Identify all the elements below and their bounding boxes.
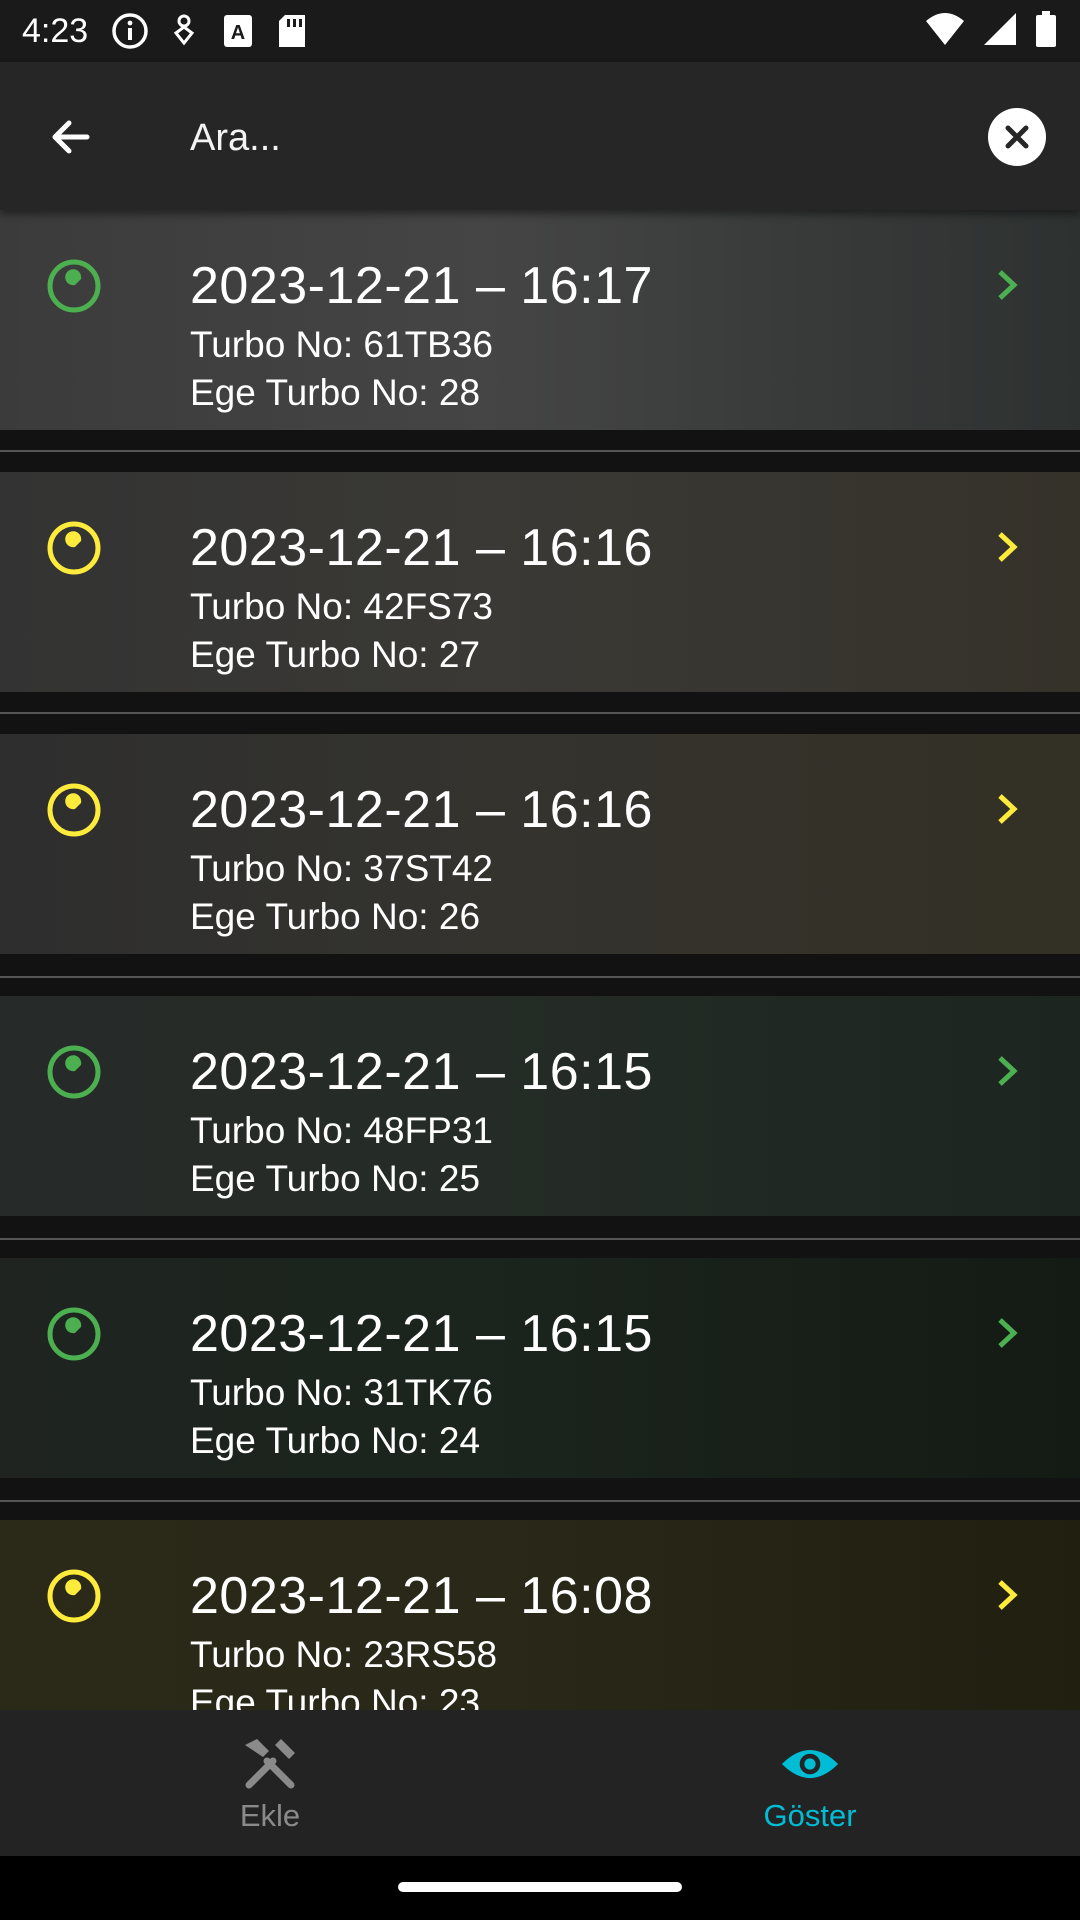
search-toolbar <box>0 62 1080 210</box>
battery-icon <box>1034 9 1058 54</box>
font-a-icon: A <box>216 9 260 53</box>
tab-ekle[interactable]: Ekle <box>0 1710 540 1856</box>
list-item[interactable]: 2023-12-21 – 16:16 Turbo No: 42FS73 Ege … <box>0 472 1080 714</box>
divider <box>0 450 1080 452</box>
status-bar: 4:23 A <box>0 0 1080 62</box>
item-ege-turbo-no: Ege Turbo No: 28 <box>190 372 481 413</box>
item-ege-turbo-no: Ege Turbo No: 25 <box>190 1158 481 1199</box>
svg-text:A: A <box>231 22 245 44</box>
item-turbo-no: Turbo No: 37ST42 <box>190 848 494 889</box>
item-turbo-no: Turbo No: 42FS73 <box>190 586 494 627</box>
tab-label: Ekle <box>239 1798 301 1833</box>
item-timestamp: 2023-12-21 – 16:15 <box>190 1043 653 1101</box>
chevron-right-icon <box>998 1318 1018 1348</box>
item-timestamp: 2023-12-21 – 16:17 <box>190 257 653 315</box>
info-icon <box>108 9 152 53</box>
arrow-back-icon <box>52 120 90 154</box>
close-icon <box>1005 125 1029 149</box>
home-gesture-handle[interactable] <box>398 1882 682 1892</box>
item-turbo-no: Turbo No: 61TB36 <box>190 324 494 365</box>
record-list: 2023-12-21 – 16:17 Turbo No: 61TB36 Ege … <box>0 210 1080 1710</box>
tab-goster[interactable]: Göster <box>540 1710 1080 1856</box>
divider <box>0 712 1080 714</box>
divider <box>0 1238 1080 1240</box>
usb-debug-icon <box>162 9 206 53</box>
back-button[interactable] <box>36 102 106 172</box>
chevron-right-icon <box>998 1580 1018 1610</box>
eye-icon <box>780 1734 840 1794</box>
item-ege-turbo-no: Ege Turbo No: 27 <box>190 634 481 675</box>
clear-search-button[interactable] <box>988 108 1046 166</box>
wrench-status-icon <box>47 783 101 837</box>
wrench-status-icon <box>47 1045 101 1099</box>
item-timestamp: 2023-12-21 – 16:16 <box>190 781 653 839</box>
item-ege-turbo-no: Ege Turbo No: 23 <box>190 1682 481 1710</box>
wrench-status-icon <box>47 521 101 575</box>
tools-icon <box>240 1734 300 1794</box>
item-turbo-no: Turbo No: 48FP31 <box>190 1110 494 1151</box>
wrench-status-icon <box>47 259 101 313</box>
item-ege-turbo-no: Ege Turbo No: 26 <box>190 896 481 937</box>
item-turbo-no: Turbo No: 31TK76 <box>190 1372 494 1413</box>
divider <box>0 1500 1080 1502</box>
status-time: 4:23 <box>22 11 89 50</box>
chevron-right-icon <box>998 794 1018 824</box>
tab-label: Göster <box>763 1798 857 1833</box>
item-turbo-no: Turbo No: 23RS58 <box>190 1634 498 1675</box>
chevron-right-icon <box>998 532 1018 562</box>
divider <box>0 976 1080 978</box>
chevron-right-icon <box>998 270 1018 300</box>
gesture-bar <box>0 1856 1080 1920</box>
signal-icon <box>982 11 1018 52</box>
bottom-navigation: Ekle Göster <box>0 1710 1080 1856</box>
item-timestamp: 2023-12-21 – 16:08 <box>190 1567 653 1625</box>
item-ege-turbo-no: Ege Turbo No: 24 <box>190 1420 481 1461</box>
wrench-status-icon <box>47 1569 101 1623</box>
list-item[interactable]: 2023-12-21 – 16:08 Turbo No: 23RS58 Ege … <box>0 1520 1080 1710</box>
chevron-right-icon <box>998 1056 1018 1086</box>
wrench-status-icon <box>47 1307 101 1361</box>
list-item[interactable]: 2023-12-21 – 16:15 Turbo No: 48FP31 Ege … <box>0 996 1080 1240</box>
sd-card-icon <box>270 9 314 53</box>
list-item[interactable]: 2023-12-21 – 16:15 Turbo No: 31TK76 Ege … <box>0 1258 1080 1502</box>
item-timestamp: 2023-12-21 – 16:16 <box>190 519 653 577</box>
item-timestamp: 2023-12-21 – 16:15 <box>190 1305 653 1363</box>
list-item[interactable]: 2023-12-21 – 16:17 Turbo No: 61TB36 Ege … <box>0 210 1080 452</box>
list-item[interactable]: 2023-12-21 – 16:16 Turbo No: 37ST42 Ege … <box>0 734 1080 978</box>
wifi-icon <box>924 11 966 52</box>
search-input[interactable] <box>188 102 952 174</box>
